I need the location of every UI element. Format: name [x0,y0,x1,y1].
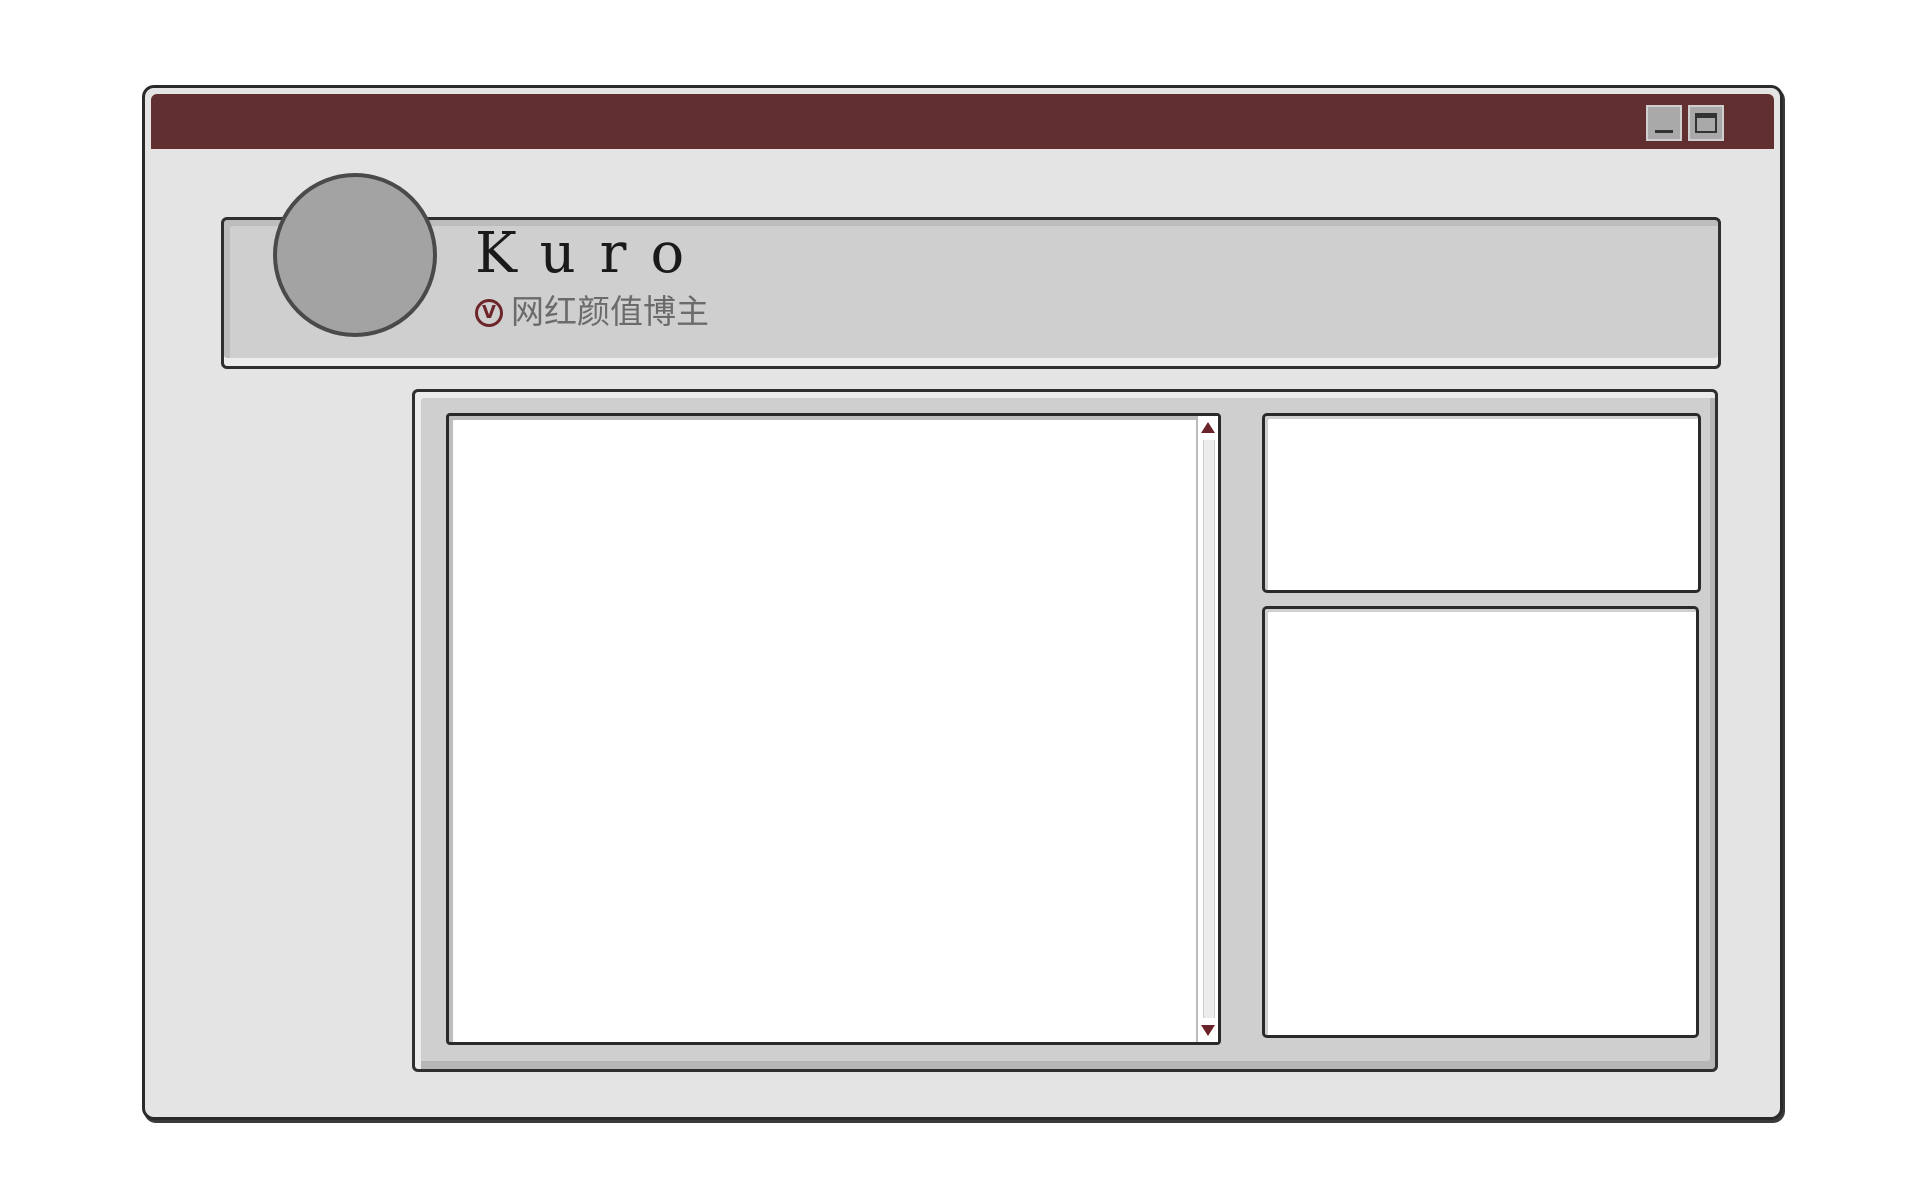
minimize-icon [1655,130,1673,133]
minimize-button[interactable] [1646,105,1682,141]
maximize-button[interactable] [1688,105,1724,141]
title-bar[interactable] [151,94,1774,149]
scrollbar-track[interactable] [1203,440,1215,1018]
maximize-icon [1695,113,1717,133]
avatar[interactable] [273,173,437,337]
main-content-panel[interactable] [446,413,1221,1045]
scroll-up-icon[interactable] [1201,422,1215,433]
profile-subtitle: 网红颜值博主 [511,292,709,331]
side-panel-bottom[interactable] [1262,606,1699,1038]
profile-name: Kuro [475,221,709,286]
vertical-scrollbar[interactable] [1196,416,1218,1042]
profile-header [221,217,1721,369]
side-panel-top[interactable] [1262,413,1701,593]
verified-icon: V [475,299,503,327]
scroll-down-icon[interactable] [1201,1025,1215,1036]
app-window: Kuro V 网红颜值博主 [142,85,1783,1120]
